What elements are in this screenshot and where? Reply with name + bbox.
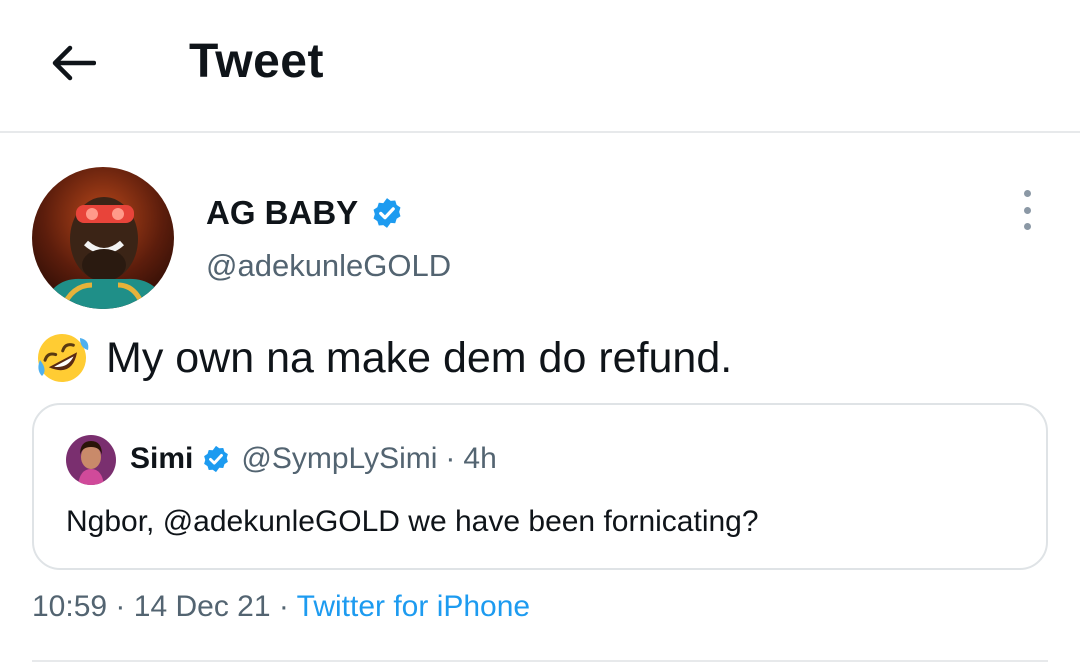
tweet-time: 10:59 — [32, 590, 108, 623]
quoted-tweet-card[interactable]: Simi @SympLySimi · 4h Ngbor, @adekunleGO… — [32, 403, 1048, 570]
top-bar: Tweet — [0, 0, 1080, 133]
quoted-display-name: Simi — [130, 442, 194, 475]
quoted-author-row: Simi @SympLySimi · 4h — [130, 442, 497, 476]
back-button[interactable] — [46, 38, 100, 88]
tweet-body: My own na make dem do refund. — [34, 330, 732, 386]
quoted-handle: @SympLySimi — [241, 442, 438, 475]
more-options-button[interactable] — [1010, 190, 1044, 230]
author-avatar[interactable] — [32, 167, 174, 309]
quoted-author-avatar — [66, 435, 116, 485]
author-display-name: AG BABY — [206, 194, 359, 231]
author-name-row[interactable]: AG BABY — [206, 194, 404, 232]
rolling-laughing-emoji-icon — [34, 330, 90, 386]
page-title: Tweet — [189, 35, 324, 88]
tweet-date: 14 Dec 21 — [133, 590, 271, 623]
tweet-metadata: 10:59 · 14 Dec 21 · Twitter for iPhone — [32, 590, 530, 624]
tweet-source-link[interactable]: Twitter for iPhone — [297, 590, 530, 623]
tweet-text: My own na make dem do refund. — [106, 333, 733, 382]
meta-separator: · — [115, 590, 126, 623]
more-vertical-icon — [1023, 190, 1031, 197]
quoted-timestamp: 4h — [463, 442, 497, 475]
author-handle[interactable]: @adekunleGOLD — [206, 248, 451, 284]
quoted-verified-badge-icon — [201, 444, 231, 474]
verified-badge-icon — [370, 196, 404, 230]
arrow-left-icon — [52, 45, 96, 81]
meta-separator: · — [278, 590, 289, 623]
quoted-tweet-text: Ngbor, @adekunleGOLD we have been fornic… — [66, 505, 759, 538]
quoted-separator: · — [445, 442, 456, 475]
divider — [32, 660, 1048, 662]
